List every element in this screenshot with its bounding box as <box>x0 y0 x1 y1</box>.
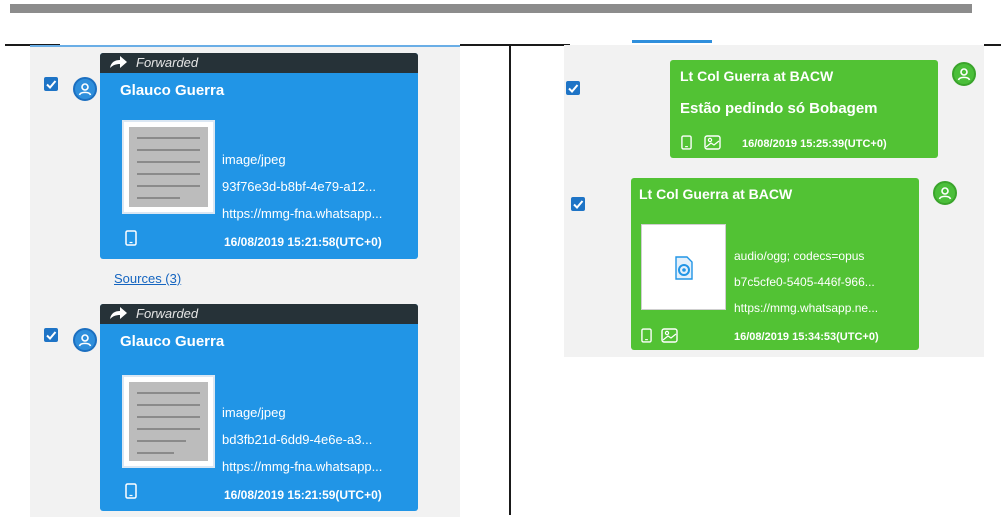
tab-indicator <box>632 40 712 43</box>
phone-icon <box>681 135 692 150</box>
sender-name: Glauco Guerra <box>120 82 225 99</box>
message-timestamp: 16/08/2019 15:34:53(UTC+0) <box>734 331 879 343</box>
message-bubble[interactable]: Lt Col Guerra at BACW Estão pedindo só B… <box>670 60 938 158</box>
image-thumbnail[interactable] <box>122 375 215 468</box>
gallery-icon <box>704 135 721 150</box>
sender-name: Lt Col Guerra at BACW <box>680 68 834 84</box>
header-divider-right <box>984 44 1001 46</box>
message-timestamp: 16/08/2019 15:25:39(UTC+0) <box>742 138 887 150</box>
select-checkbox[interactable] <box>44 77 58 91</box>
image-thumbnail[interactable] <box>122 120 215 214</box>
gallery-icon <box>661 328 678 343</box>
message-bubble[interactable]: Lt Col Guerra at BACW audio/ogg; codecs=… <box>631 178 919 350</box>
message-timestamp: 16/08/2019 15:21:58(UTC+0) <box>224 235 382 249</box>
attachment-url[interactable]: https://mmg.whatsapp.ne... <box>734 301 914 315</box>
attachment-id: bd3fb21d-6dd9-4e6e-a3... <box>222 432 373 447</box>
message-text: Estão pedindo só Bobagem <box>680 100 878 117</box>
audio-thumbnail[interactable] <box>641 224 726 310</box>
contact-avatar-icon <box>952 62 976 86</box>
sender-name: Glauco Guerra <box>120 333 225 350</box>
attachment-id: 93f76e3d-b8bf-4e79-a12... <box>222 179 376 194</box>
contact-avatar-icon <box>73 77 97 101</box>
contact-avatar-icon <box>933 181 957 205</box>
select-checkbox[interactable] <box>44 328 58 342</box>
forward-arrow-icon <box>110 307 127 319</box>
message-timestamp: 16/08/2019 15:21:59(UTC+0) <box>224 488 382 502</box>
forwarded-banner: Forwarded <box>100 304 418 324</box>
forwarded-label: Forwarded <box>136 55 199 70</box>
forwarded-label: Forwarded <box>136 306 199 321</box>
attachment-url[interactable]: https://mmg-fna.whatsapp... <box>222 206 412 221</box>
audio-file-icon <box>675 256 693 280</box>
phone-icon <box>125 230 137 246</box>
sources-link[interactable]: Sources (3) <box>114 271 181 286</box>
message-bubble[interactable]: Forwarded Glauco Guerra image/jpeg 93f76… <box>100 53 418 259</box>
phone-icon <box>125 483 137 499</box>
contact-avatar-icon <box>73 328 97 352</box>
attachment-mime: image/jpeg <box>222 405 286 420</box>
select-checkbox[interactable] <box>571 197 585 211</box>
top-scroll-bar <box>10 4 972 13</box>
attachment-id: b7c5cfe0-5405-446f-966... <box>734 275 875 289</box>
sender-name: Lt Col Guerra at BACW <box>639 186 793 202</box>
attachment-mime: audio/ogg; codecs=opus <box>734 249 865 263</box>
message-bubble[interactable]: Forwarded Glauco Guerra image/jpeg bd3fb… <box>100 304 418 511</box>
forwarded-banner: Forwarded <box>100 53 418 73</box>
forward-arrow-icon <box>110 56 127 68</box>
column-divider <box>509 44 511 515</box>
phone-icon <box>641 328 652 343</box>
select-checkbox[interactable] <box>566 81 580 95</box>
attachment-url[interactable]: https://mmg-fna.whatsapp... <box>222 459 412 474</box>
header-divider-middle <box>460 44 570 46</box>
attachment-mime: image/jpeg <box>222 152 286 167</box>
